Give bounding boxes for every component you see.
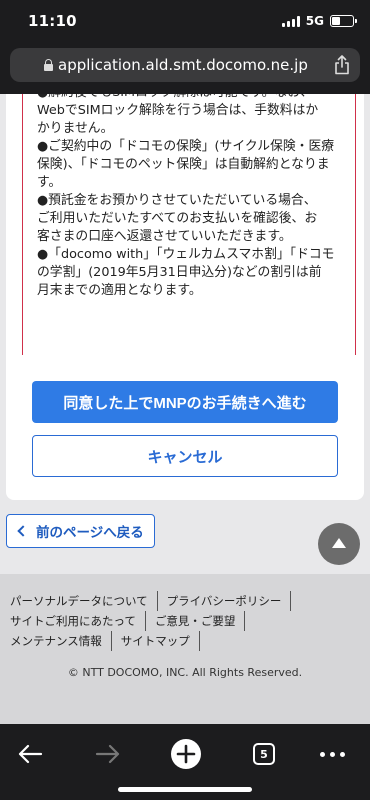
status-time: 11:10 (28, 12, 77, 30)
notice-line: ●解約後でもSIMロック解除は可能です。なお、 (37, 94, 347, 102)
back-arrow-icon (18, 744, 43, 764)
notice-line: ●「docomo with」「ウェルカムスマホ割」「ドコモ (37, 247, 335, 262)
footer-link[interactable]: パーソナルデータについて (10, 591, 158, 611)
footer-link[interactable]: ご意見・ご要望 (155, 611, 246, 631)
footer-row: パーソナルデータについて プライバシーポリシー (10, 591, 360, 611)
browser-toolbar: 5 (0, 724, 370, 800)
footer-link[interactable]: サイトご利用にあたって (10, 611, 146, 631)
url-text[interactable]: application.ald.smt.docomo.ne.jp (58, 56, 308, 74)
back-to-previous-page-button[interactable]: 前のページへ戻る (6, 514, 155, 548)
footer-link[interactable]: メンテナンス情報 (10, 631, 112, 651)
tabs-icon: 5 (253, 743, 275, 765)
battery-icon (330, 15, 357, 27)
more-icon (319, 751, 345, 757)
notice-line: ●ご契約中の「ドコモの保険」(サイクル保険・医療 (37, 139, 335, 154)
cancel-button[interactable]: キャンセル (32, 435, 338, 477)
action-card: 同意した上でMNPのお手続きへ進む キャンセル (6, 355, 364, 500)
home-indicator (118, 787, 252, 792)
notice-line: ●預託金をお預かりさせていただいている場合、 (37, 193, 317, 208)
status-indicators: 5G (281, 14, 357, 28)
share-icon[interactable] (334, 55, 350, 75)
page-content: ●解約後でもSIMロック解除は可能です。なお、WebでSIMロック解除を行う場合… (0, 94, 370, 724)
footer-row: サイトご利用にあたって ご意見・ご要望 (10, 611, 360, 631)
signal-icon (281, 15, 300, 27)
lock-icon (44, 59, 53, 71)
footer-links: パーソナルデータについて プライバシーポリシー サイトご利用にあたって ご意見・ご要望… (10, 591, 360, 651)
browser-top-chrome: 11:10 5G application.ald.smt.docomo.ne.j… (0, 0, 370, 94)
new-tab-icon (171, 739, 201, 769)
forward-button[interactable] (86, 734, 130, 774)
scroll-top-button[interactable] (318, 523, 360, 565)
notice-text: ●解約後でもSIMロック解除は可能です。なお、WebでSIMロック解除を行う場合… (37, 94, 347, 300)
copyright: © NTT DOCOMO, INC. All Rights Reserved. (67, 666, 303, 679)
notice-line: す。 (37, 175, 62, 190)
back-button[interactable] (8, 734, 52, 774)
address-bar[interactable]: application.ald.smt.docomo.ne.jp (10, 48, 360, 82)
footer-link[interactable]: サイトマップ (121, 631, 200, 651)
new-tab-button[interactable] (164, 734, 208, 774)
proceed-mnp-button[interactable]: 同意した上でMNPのお手続きへ進む (32, 381, 338, 423)
more-button[interactable] (310, 734, 354, 774)
status-bar: 11:10 5G (0, 0, 370, 44)
notice-line: WebでSIMロック解除を行う場合は、手数料はか (37, 103, 319, 118)
notice-line: の学割」(2019年5月31日申込分)などの割引は前 (37, 265, 322, 280)
back-link-label: 前のページへ戻る (36, 525, 144, 541)
notice-line: かりません。 (37, 121, 114, 136)
forward-arrow-icon (95, 744, 120, 764)
notice-line: 月末までの適用となります。 (37, 283, 202, 298)
scroll-top-icon (332, 538, 346, 548)
footer: パーソナルデータについて プライバシーポリシー サイトご利用にあたって ご意見・ご要望… (0, 574, 370, 724)
tabs-button[interactable]: 5 (242, 734, 286, 774)
network-type: 5G (305, 14, 324, 28)
footer-link[interactable]: プライバシーポリシー (167, 591, 292, 611)
notice-line: ご利用いただいたすべてのお支払いを確認後、お (37, 211, 318, 226)
notice-line: 保険)、「ドコモのペット保険」は自動解約となりま (37, 157, 330, 172)
footer-row: メンテナンス情報 サイトマップ (10, 631, 360, 651)
notice-line: 客さまの口座へ返還させていいただきます。 (37, 229, 292, 244)
chevron-left-icon (17, 525, 29, 537)
